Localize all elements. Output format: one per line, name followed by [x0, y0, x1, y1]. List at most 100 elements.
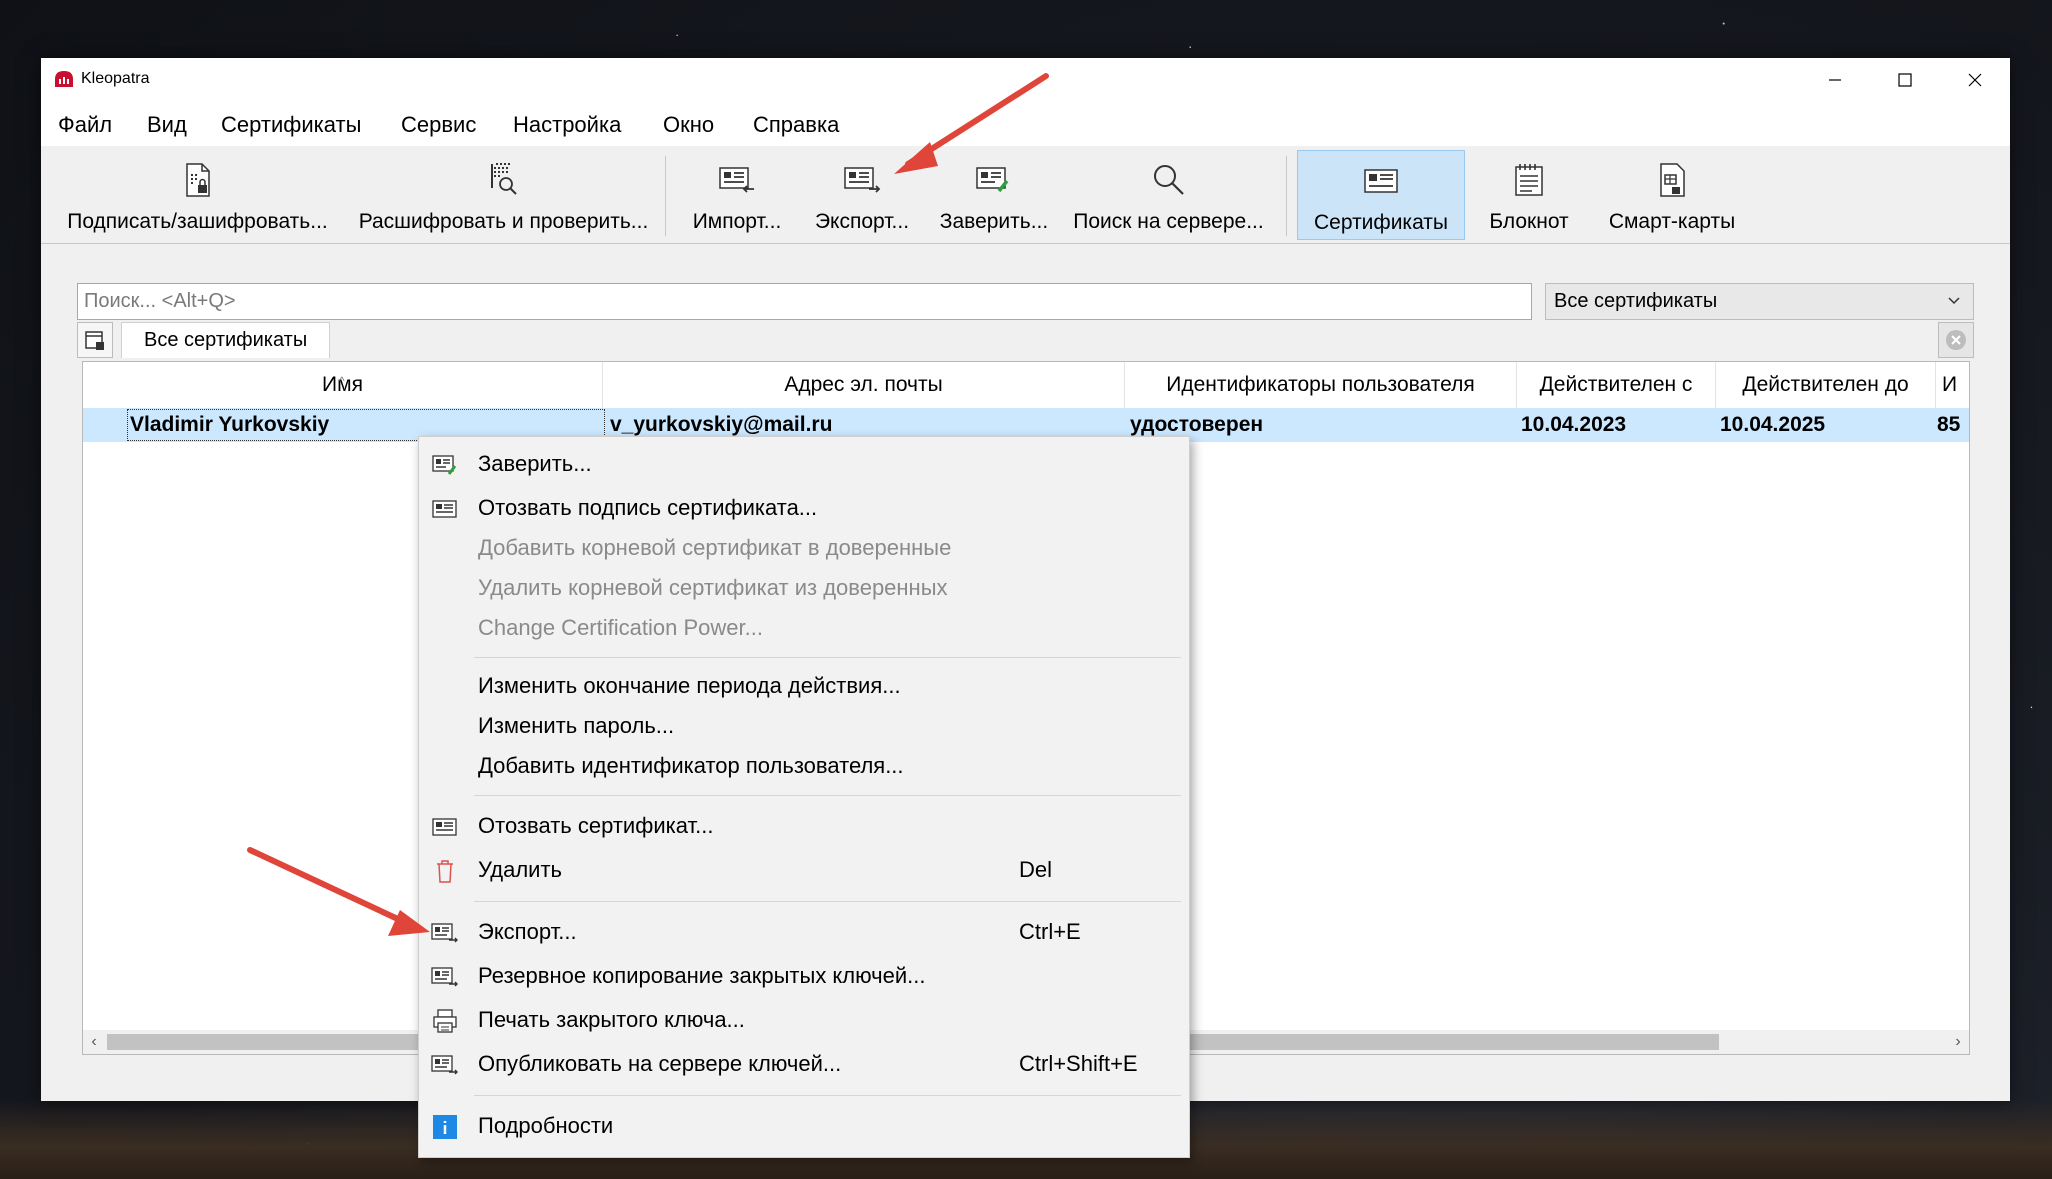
- close-circle-icon: [1946, 330, 1966, 350]
- menu-window[interactable]: Окно: [663, 112, 714, 138]
- menu-bar: Файл Вид Сертификаты Сервис Настройка Ок…: [41, 102, 2010, 146]
- scroll-right-icon[interactable]: ›: [1947, 1030, 1969, 1054]
- certificate-icon: [431, 497, 459, 521]
- export-icon: [431, 965, 459, 989]
- title-bar: Kleopatra: [41, 58, 2010, 102]
- decrypt-verify-button[interactable]: Расшифровать и проверить...: [351, 150, 656, 238]
- tab-all-certificates[interactable]: Все сертификаты: [121, 322, 331, 358]
- menu-item-change-expiry[interactable]: Изменить окончание периода действия...: [419, 667, 1189, 707]
- menu-item-details-label: Подробности: [478, 1113, 614, 1138]
- column-header-valid-to[interactable]: Действителен до: [1716, 362, 1936, 408]
- import-button[interactable]: Импорт...: [677, 150, 797, 238]
- toolbar-separator: [665, 156, 666, 236]
- certificates-view-button[interactable]: Сертификаты: [1297, 150, 1465, 240]
- menu-item-remove-root-trusted[interactable]: Удалить корневой сертификат из доверенны…: [419, 569, 1189, 609]
- menu-item-delete[interactable]: Удалить Del: [419, 851, 1189, 891]
- menu-item-publish-shortcut: Ctrl+Shift+E: [1019, 1051, 1138, 1076]
- menu-item-delete-shortcut: Del: [1019, 857, 1053, 882]
- import-label: Импорт...: [692, 210, 782, 233]
- smartcard-icon: [1652, 160, 1692, 200]
- close-button[interactable]: [1940, 58, 2010, 102]
- minimize-icon: [1829, 79, 1841, 81]
- column-header-email[interactable]: Адрес эл. почты: [603, 362, 1125, 408]
- lookup-server-label: Поиск на сервере...: [1073, 210, 1264, 233]
- menu-item-print-secret-key[interactable]: Печать закрытого ключа...: [419, 1001, 1189, 1041]
- sign-encrypt-label: Подписать/зашифровать...: [67, 210, 328, 233]
- sign-encrypt-button[interactable]: Подписать/зашифровать...: [55, 150, 340, 238]
- menu-item-revoke-certification[interactable]: Отозвать подпись сертификата...: [419, 489, 1189, 529]
- menu-item-details[interactable]: Подробности: [419, 1107, 1189, 1147]
- notepad-label: Блокнот: [1489, 210, 1569, 233]
- menu-item-export-shortcut: Ctrl+E: [1019, 919, 1081, 944]
- menu-settings[interactable]: Настройка: [513, 112, 621, 138]
- menu-item-add-user-id[interactable]: Добавить идентификатор пользователя...: [419, 747, 1189, 787]
- menu-help[interactable]: Справка: [753, 112, 839, 138]
- export-icon: [842, 160, 882, 200]
- minimize-button[interactable]: [1800, 58, 1870, 102]
- filter-selected-value: Все сертификаты: [1554, 290, 1718, 312]
- lookup-server-button[interactable]: Поиск на сервере...: [1066, 150, 1271, 238]
- certify-icon: [974, 160, 1014, 200]
- main-toolbar: Подписать/зашифровать... Расшифровать и …: [41, 146, 2010, 244]
- menu-file[interactable]: Файл: [58, 112, 112, 138]
- close-icon: [1968, 73, 1982, 87]
- menu-item-change-cert-power-label: Change Certification Power...: [478, 615, 763, 640]
- menu-certificates[interactable]: Сертификаты: [221, 112, 361, 138]
- import-icon: [717, 160, 757, 200]
- scroll-left-icon[interactable]: ‹: [83, 1030, 105, 1054]
- menu-separator: [474, 901, 1181, 902]
- menu-item-change-password-label: Изменить пароль...: [478, 713, 675, 738]
- search-input[interactable]: [78, 284, 1510, 319]
- decrypt-verify-label: Расшифровать и проверить...: [358, 210, 649, 233]
- menu-view[interactable]: Вид: [147, 112, 187, 138]
- menu-item-export-label: Экспорт...: [478, 919, 577, 944]
- menu-item-print-secret-key-label: Печать закрытого ключа...: [478, 1007, 745, 1032]
- info-icon: [431, 1115, 459, 1139]
- cell-id: 85: [1937, 413, 1961, 436]
- certificate-context-menu: Заверить... Отозвать подпись сертификата…: [418, 436, 1190, 1158]
- export-label: Экспорт...: [814, 210, 910, 233]
- export-button[interactable]: Экспорт...: [802, 150, 922, 238]
- printer-icon: [431, 1009, 459, 1033]
- certificate-icon: [1361, 161, 1401, 201]
- menu-item-revoke-certificate[interactable]: Отозвать сертификат...: [419, 807, 1189, 847]
- chevron-down-icon: [1948, 297, 1960, 305]
- certify-icon: [431, 453, 459, 477]
- sign-encrypt-icon: [178, 160, 218, 200]
- menu-tools[interactable]: Сервис: [401, 112, 476, 138]
- notepad-icon: [1509, 160, 1549, 200]
- menu-item-delete-label: Удалить: [478, 857, 562, 882]
- menu-item-change-password[interactable]: Изменить пароль...: [419, 707, 1189, 747]
- menu-item-add-root-trusted[interactable]: Добавить корневой сертификат в доверенны…: [419, 529, 1189, 569]
- menu-item-backup-secret-keys[interactable]: Резервное копирование закрытых ключей...: [419, 957, 1189, 997]
- maximize-button[interactable]: [1870, 58, 1940, 102]
- search-field[interactable]: [77, 283, 1532, 320]
- close-tab-button[interactable]: [1938, 322, 1974, 358]
- menu-separator: [474, 1095, 1181, 1096]
- notepad-button[interactable]: Блокнот: [1469, 150, 1589, 238]
- export-icon: [431, 1053, 459, 1077]
- menu-item-remove-root-trusted-label: Удалить корневой сертификат из доверенны…: [478, 575, 948, 600]
- smartcards-button[interactable]: Смарт-карты: [1597, 150, 1747, 238]
- window-title: Kleopatra: [81, 70, 150, 87]
- menu-item-export[interactable]: Экспорт... Ctrl+E: [419, 913, 1189, 953]
- column-header-name[interactable]: ^ Имя: [83, 362, 603, 408]
- certificate-filter-dropdown[interactable]: Все сертификаты: [1545, 283, 1974, 320]
- view-tab-bar: Все сертификаты: [77, 322, 1974, 358]
- decrypt-verify-icon: [484, 160, 524, 200]
- certify-button[interactable]: Заверить...: [929, 150, 1059, 238]
- column-header-valid-from[interactable]: Действителен с: [1517, 362, 1716, 408]
- column-header-id[interactable]: И: [1936, 362, 1969, 408]
- menu-item-change-cert-power[interactable]: Change Certification Power...: [419, 609, 1189, 649]
- column-header-user-ids[interactable]: Идентификаторы пользователя: [1125, 362, 1517, 408]
- kleopatra-app-icon: [55, 71, 73, 87]
- menu-item-publish-keyserver[interactable]: Опубликовать на сервере ключей... Ctrl+S…: [419, 1045, 1189, 1085]
- menu-separator: [474, 795, 1181, 796]
- menu-item-publish-keyserver-label: Опубликовать на сервере ключей...: [478, 1051, 842, 1076]
- tab-menu-icon: [85, 331, 104, 350]
- certify-label: Заверить...: [939, 210, 1049, 233]
- menu-item-certify[interactable]: Заверить...: [419, 445, 1189, 485]
- certificates-view-label: Сертификаты: [1314, 211, 1448, 234]
- new-tab-button[interactable]: [77, 322, 113, 358]
- toolbar-separator: [1286, 156, 1287, 236]
